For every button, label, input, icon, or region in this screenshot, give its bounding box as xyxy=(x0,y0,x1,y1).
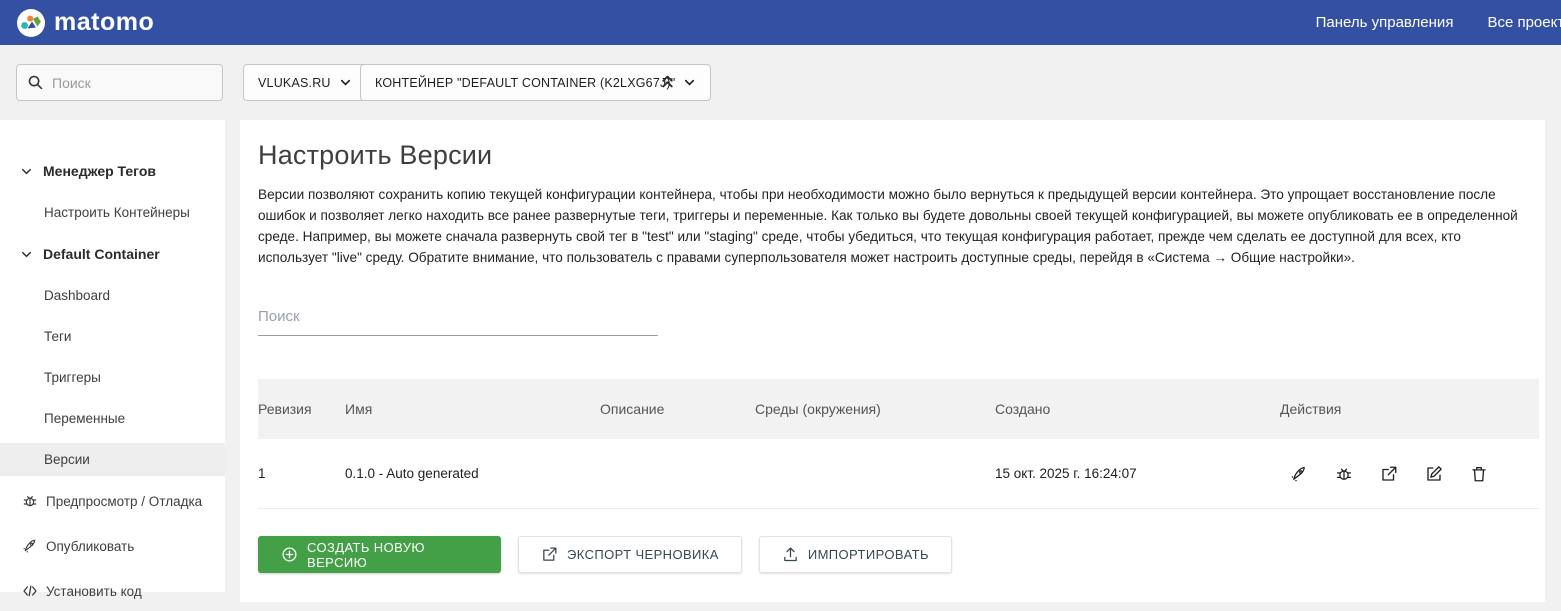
publish-rocket-icon[interactable] xyxy=(1290,465,1308,483)
cell-revision: 1 xyxy=(258,466,345,481)
sidebar-item-triggers[interactable]: Триггеры xyxy=(0,361,225,394)
versions-table-header: Ревизия Имя Описание Среды (окружения) С… xyxy=(258,379,1539,439)
nav-link-all-projects[interactable]: Все проекты xyxy=(1487,14,1561,31)
plus-circle-icon xyxy=(281,546,298,563)
col-header-revision: Ревизия xyxy=(258,401,345,417)
create-new-version-label: СОЗДАТЬ НОВУЮ ВЕРСИЮ xyxy=(307,540,478,570)
export-version-icon[interactable] xyxy=(1380,465,1398,483)
brand-name: matomo xyxy=(54,8,154,37)
upload-icon xyxy=(782,546,799,563)
container-selector-label: КОНТЕЙНЕР "DEFAULT CONTAINER (K2LXG67J)" xyxy=(375,76,675,90)
sidebar-item-label: Предпросмотр / Отладка xyxy=(46,494,202,509)
chevron-down-icon xyxy=(683,76,696,89)
sidebar-item-versions[interactable]: Версии xyxy=(0,443,225,476)
top-navbar: matomo Панель управления Все проекты xyxy=(0,0,1561,45)
collapse-double-chevron-up-icon[interactable] xyxy=(659,73,676,95)
code-icon xyxy=(22,583,38,602)
sidebar-item-publish[interactable]: Опубликовать xyxy=(0,529,225,566)
debug-bug-icon[interactable] xyxy=(1335,465,1353,483)
bottom-buttons: СОЗДАТЬ НОВУЮ ВЕРСИЮ ЭКСПОРТ ЧЕРНОВИКА И… xyxy=(258,536,1527,573)
sidebar: Менеджер Тегов Настроить Контейнеры Defa… xyxy=(0,120,225,592)
cell-created: 15 окт. 2025 г. 16:24:07 xyxy=(995,466,1280,481)
global-search-box[interactable] xyxy=(16,64,223,101)
global-search-input[interactable] xyxy=(52,75,202,91)
chevron-down-icon xyxy=(20,248,33,261)
sidebar-item-dashboard[interactable]: Dashboard xyxy=(0,279,225,312)
cell-name: 0.1.0 - Auto generated xyxy=(345,466,600,481)
sidebar-header-label: Менеджер Тегов xyxy=(43,163,156,179)
col-header-created: Создано xyxy=(995,401,1280,417)
search-icon xyxy=(27,74,44,91)
create-new-version-button[interactable]: СОЗДАТЬ НОВУЮ ВЕРСИЮ xyxy=(258,536,501,573)
col-header-actions: Действия xyxy=(1280,401,1539,417)
versions-search-input[interactable] xyxy=(258,302,658,336)
col-header-environments: Среды (окружения) xyxy=(755,401,995,417)
bug-icon xyxy=(22,493,38,512)
sidebar-item-tags[interactable]: Теги xyxy=(0,320,225,353)
export-draft-label: ЭКСПОРТ ЧЕРНОВИКА xyxy=(567,547,719,562)
page-description: Версии позволяют сохранить копию текущей… xyxy=(258,184,1527,268)
chevron-down-icon xyxy=(339,76,352,89)
navbar-links: Панель управления Все проекты xyxy=(1316,0,1561,45)
chevron-down-icon xyxy=(20,165,33,178)
versions-table: Ревизия Имя Описание Среды (окружения) С… xyxy=(258,379,1539,509)
versions-search[interactable] xyxy=(258,302,658,336)
nav-link-dashboard[interactable]: Панель управления xyxy=(1316,14,1454,31)
row-actions xyxy=(1280,465,1539,483)
main-content: Настроить Версии Версии позволяют сохран… xyxy=(240,120,1545,602)
export-draft-button[interactable]: ЭКСПОРТ ЧЕРНОВИКА xyxy=(518,536,742,573)
rocket-icon xyxy=(22,538,38,557)
sidebar-header-label: Default Container xyxy=(43,246,160,262)
sidebar-item-label: Установить код xyxy=(46,584,142,599)
page-title: Настроить Версии xyxy=(258,140,1527,171)
edit-icon[interactable] xyxy=(1425,465,1443,483)
sidebar-item-preview-debug[interactable]: Предпросмотр / Отладка xyxy=(0,484,225,521)
sidebar-item-label: Опубликовать xyxy=(46,539,134,554)
sidebar-item-variables[interactable]: Переменные xyxy=(0,402,225,435)
sidebar-header-default-container[interactable]: Default Container xyxy=(0,237,225,271)
top-controls-bar: VLUKAS.RU КОНТЕЙНЕР "DEFAULT CONTAINER (… xyxy=(0,45,1561,120)
matomo-logo[interactable]: matomo xyxy=(16,8,154,38)
delete-icon[interactable] xyxy=(1470,465,1488,483)
export-draft-icon xyxy=(541,546,558,563)
col-header-name: Имя xyxy=(345,401,600,417)
col-header-description: Описание xyxy=(600,401,755,417)
table-row: 1 0.1.0 - Auto generated 15 окт. 2025 г.… xyxy=(258,439,1539,509)
sidebar-header-tag-manager[interactable]: Менеджер Тегов xyxy=(0,154,225,188)
import-button[interactable]: ИМПОРТИРОВАТЬ xyxy=(759,536,952,573)
site-selector-dropdown[interactable]: VLUKAS.RU xyxy=(243,64,367,101)
matomo-logo-icon xyxy=(16,8,46,38)
sidebar-item-install-code[interactable]: Установить код xyxy=(0,574,225,611)
site-selector-label: VLUKAS.RU xyxy=(258,76,331,90)
import-label: ИМПОРТИРОВАТЬ xyxy=(808,547,929,562)
sidebar-item-manage-containers[interactable]: Настроить Контейнеры xyxy=(0,196,225,229)
